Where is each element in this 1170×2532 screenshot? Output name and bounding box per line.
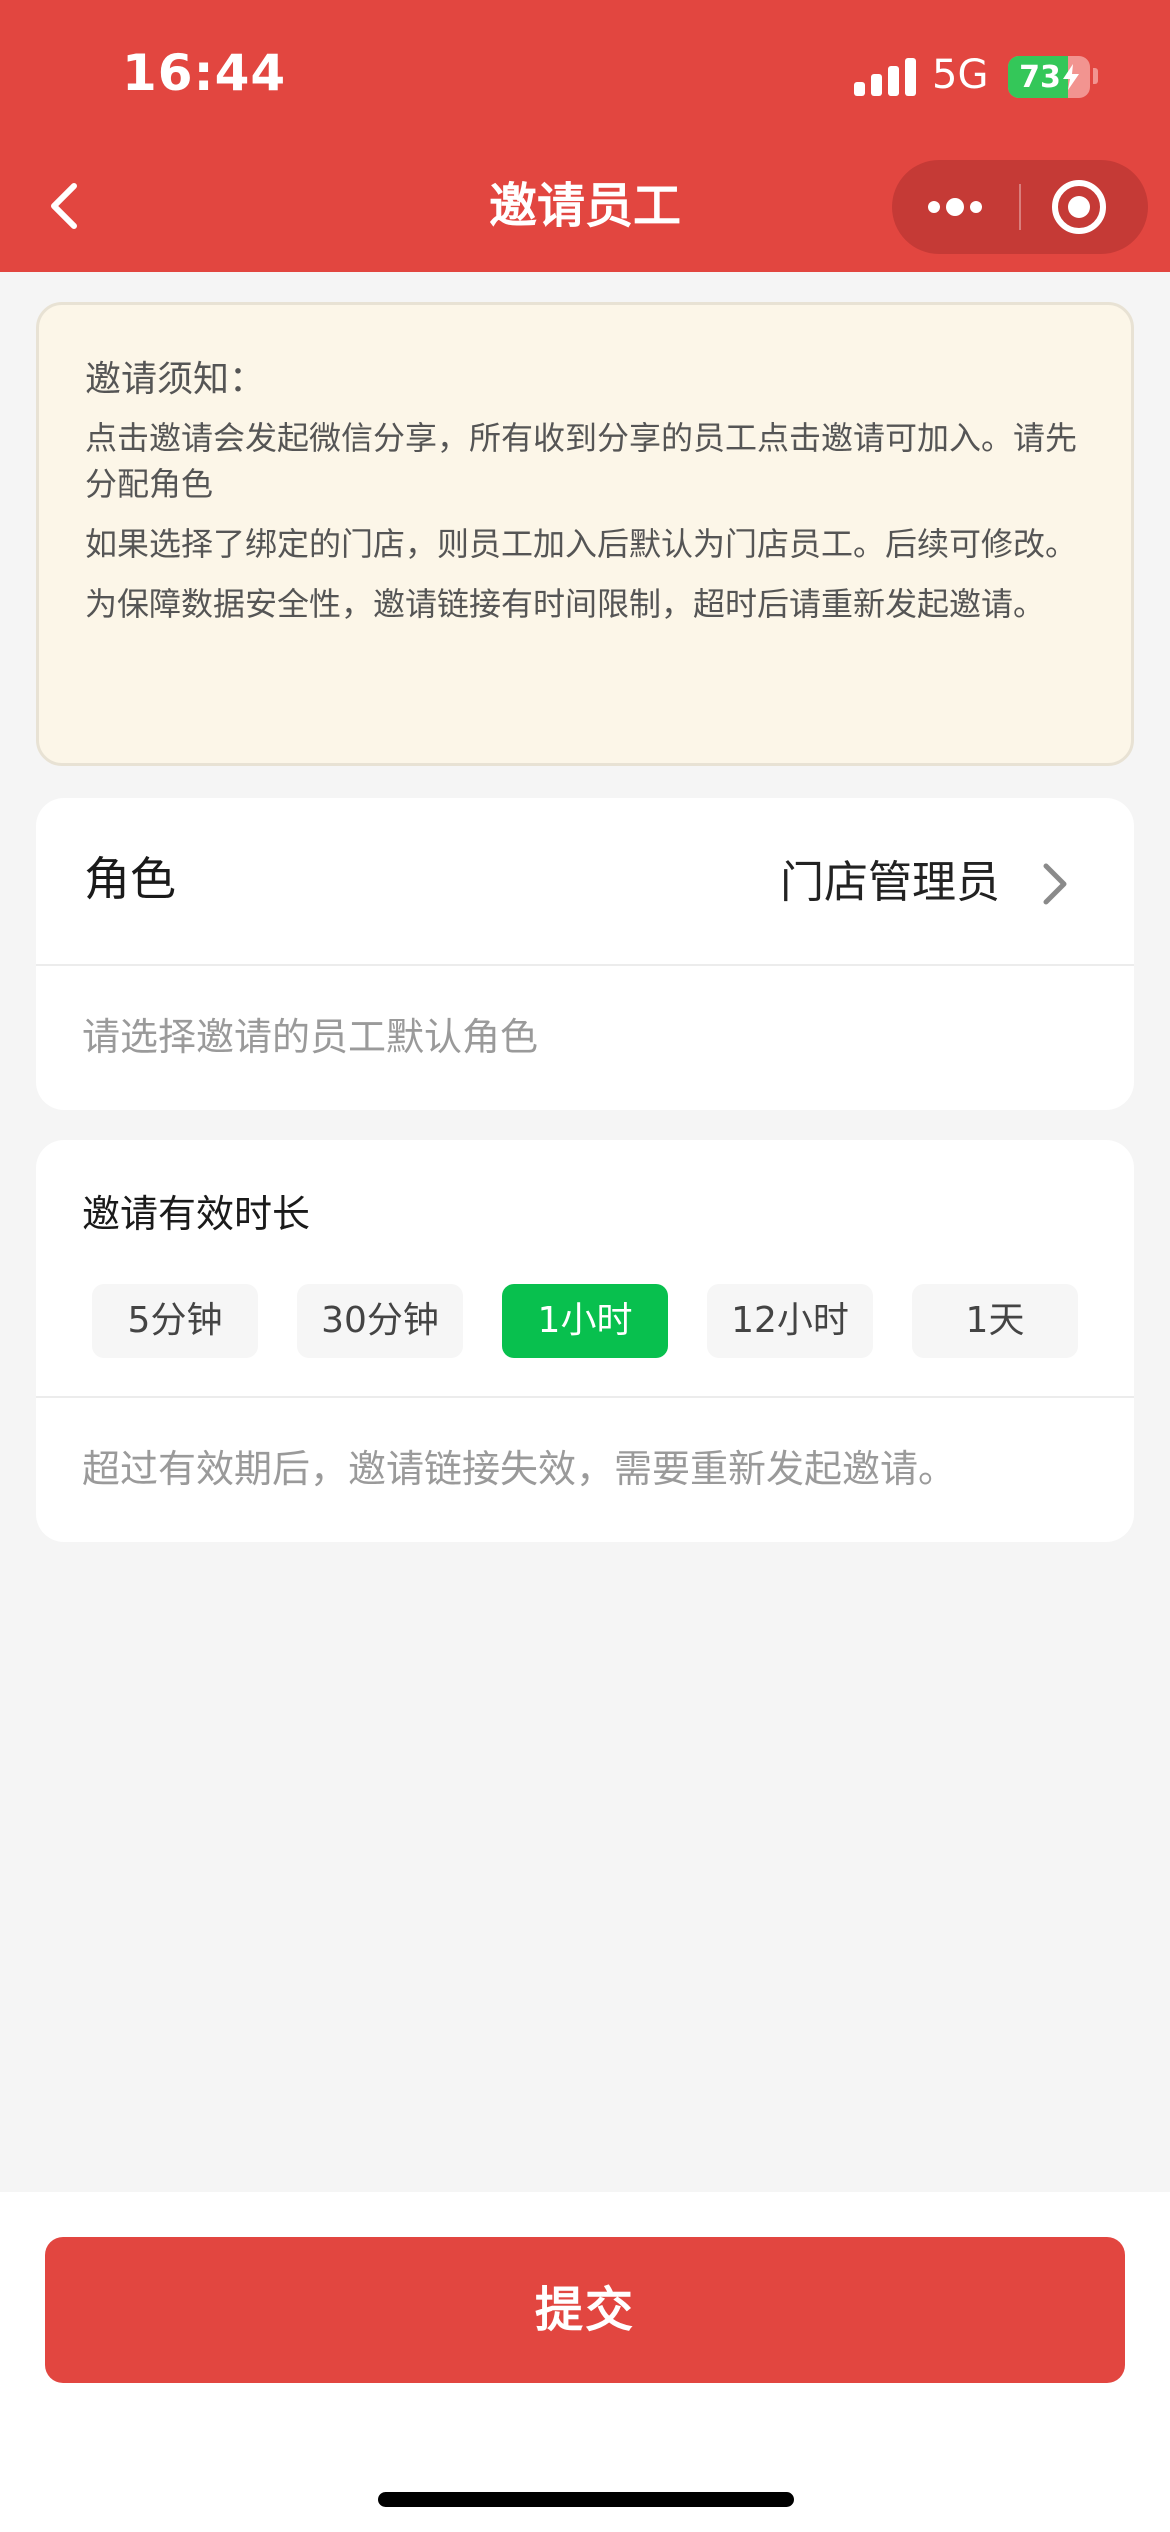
invite-notice: 邀请须知： 点击邀请会发起微信分享，所有收到分享的员工点击邀请可加入。请先分配角… (36, 302, 1134, 766)
duration-options: 5分钟 30分钟 1小时 12小时 1天 (92, 1284, 1082, 1358)
notice-line: 为保障数据安全性，邀请链接有时间限制，超时后请重新发起邀请。 (85, 585, 1046, 623)
duration-option-30min[interactable]: 30分钟 (297, 1284, 463, 1358)
miniprogram-capsule (892, 160, 1148, 254)
battery-level-text: 73 (1019, 59, 1061, 95)
role-card: 角色 门店管理员 请选择邀请的员工默认角色 (36, 798, 1134, 1110)
battery-charging-icon: 73 (1008, 56, 1090, 98)
notice-line: 如果选择了绑定的门店，则员工加入后默认为门店员工。后续可修改。 (85, 525, 1078, 563)
page-title: 邀请员工 (488, 178, 681, 234)
duration-title: 邀请有效时长 (82, 1192, 311, 1236)
signal-icon (854, 58, 916, 96)
role-value: 门店管理员 (780, 857, 1000, 908)
role-label: 角色 (84, 852, 176, 906)
status-time: 16:44 (122, 44, 287, 102)
battery-cap (1093, 68, 1098, 84)
notice-title: 邀请须知： (85, 359, 266, 400)
notice-line: 点击邀请会发起微信分享，所有收到分享的员工点击邀请可加入。请先分配角色 (85, 419, 1078, 503)
back-chevron-icon (51, 183, 77, 229)
more-button[interactable] (892, 160, 1020, 254)
role-selector[interactable]: 角色 门店管理员 (36, 798, 1134, 964)
home-indicator (378, 2492, 794, 2507)
battery-level: 73 (1008, 56, 1090, 98)
duration-option-1h[interactable]: 1小时 (502, 1284, 668, 1358)
header: 16:44 5G 73 邀请员工 (0, 0, 1170, 272)
divider (36, 964, 1134, 966)
chevron-right-icon (1043, 863, 1067, 905)
role-hint: 请选择邀请的员工默认角色 (82, 1015, 539, 1059)
back-button[interactable] (40, 170, 92, 242)
divider (36, 1396, 1134, 1398)
duration-option-5min[interactable]: 5分钟 (92, 1284, 258, 1358)
bottom-bar: 提交 (0, 2192, 1170, 2532)
duration-card: 邀请有效时长 5分钟 30分钟 1小时 12小时 1天 超过有效期后，邀请链接失… (36, 1140, 1134, 1542)
duration-option-1d[interactable]: 1天 (912, 1284, 1078, 1358)
invite-staff-screen: 16:44 5G 73 邀请员工 邀请须知： 点击邀请会发起微信分享，所有收到分… (0, 0, 1170, 2532)
duration-hint: 超过有效期后，邀请链接失效，需要重新发起邀请。 (82, 1447, 957, 1491)
close-button[interactable] (1020, 160, 1148, 254)
duration-option-12h[interactable]: 12小时 (707, 1284, 873, 1358)
submit-button[interactable]: 提交 (45, 2237, 1125, 2383)
bolt-icon (1062, 64, 1079, 90)
network-label: 5G (932, 52, 989, 98)
